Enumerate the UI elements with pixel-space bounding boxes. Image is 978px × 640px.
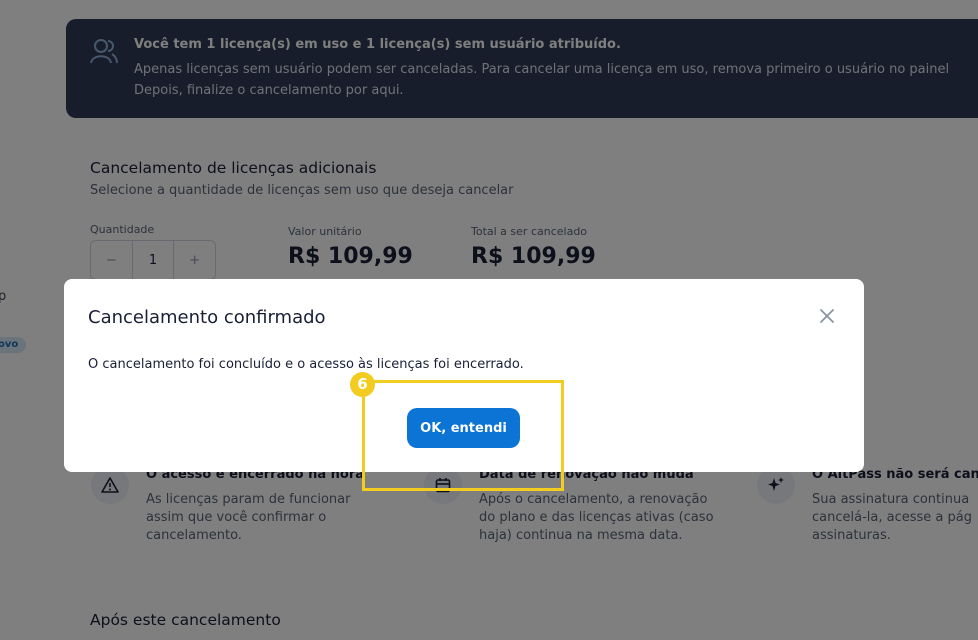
step-number-badge: 6: [350, 372, 375, 397]
step-highlight: [362, 380, 564, 491]
modal-message: O cancelamento foi concluído e o acesso …: [88, 357, 524, 372]
modal-title: Cancelamento confirmado: [88, 307, 326, 328]
close-icon[interactable]: [816, 305, 838, 327]
